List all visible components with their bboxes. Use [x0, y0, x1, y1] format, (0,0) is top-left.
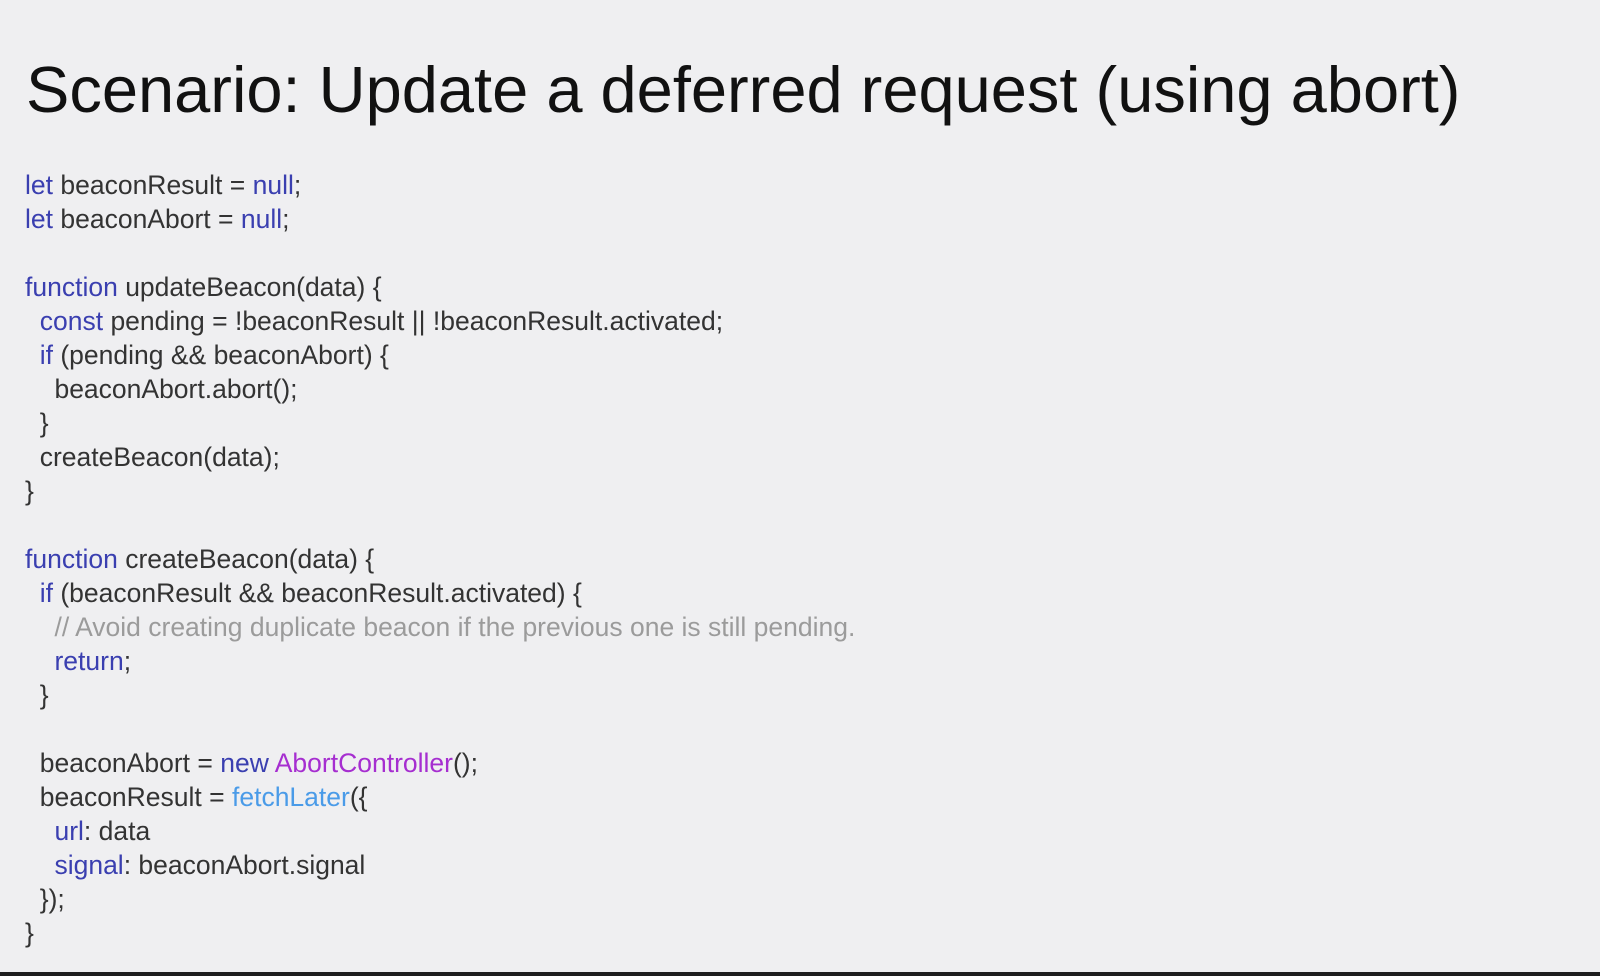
code-token-keyword: null: [252, 170, 294, 200]
code-line: if (beaconResult && beaconResult.activat…: [25, 576, 855, 610]
bottom-divider: [0, 972, 1600, 976]
code-line: let beaconResult = null;: [25, 168, 855, 202]
code-token-func: fetchLater: [231, 782, 350, 812]
code-token-keyword: return: [54, 646, 124, 676]
code-line: url: data: [25, 814, 855, 848]
code-token-keyword: function: [25, 544, 118, 574]
code-token-plain: : data: [83, 816, 151, 846]
code-token-plain: (beaconResult && beaconResult.activated)…: [52, 578, 582, 608]
code-token-plain: beaconAbort =: [25, 748, 221, 778]
code-line: signal: beaconAbort.signal: [25, 848, 855, 882]
code-token-plain: ;: [282, 204, 290, 234]
code-token-plain: createBeacon(data) {: [117, 544, 375, 574]
code-token-keyword: function: [25, 272, 118, 302]
code-token-plain: }: [25, 408, 49, 438]
code-line: }: [25, 474, 855, 508]
code-token-keyword: let: [25, 204, 53, 234]
code-line: if (pending && beaconAbort) {: [25, 338, 855, 372]
code-line: let beaconAbort = null;: [25, 202, 855, 236]
code-token-plain: beaconResult =: [25, 782, 232, 812]
code-line: function updateBeacon(data) {: [25, 270, 855, 304]
code-token-plain: ;: [123, 646, 132, 676]
code-line: beaconResult = fetchLater({: [25, 780, 855, 814]
code-token-plain: beaconAbort.abort();: [25, 374, 298, 404]
code-token-plain: ;: [293, 170, 302, 200]
code-token-plain: }: [25, 918, 34, 948]
code-line: }: [25, 678, 855, 712]
code-token-plain: }: [25, 680, 49, 710]
code-token-plain: pending = !beaconResult || !beaconResult…: [103, 306, 724, 336]
code-token-prop: url: [54, 816, 84, 846]
code-token-keyword: if: [39, 340, 53, 370]
code-token-keyword: const: [39, 306, 104, 336]
code-token-keyword: new: [220, 748, 269, 778]
code-block: let beaconResult = null; let beaconAbort …: [25, 168, 855, 950]
code-line: }: [25, 916, 855, 950]
code-line: });: [25, 882, 855, 916]
code-token-class: AbortController: [274, 748, 453, 778]
code-token-plain: updateBeacon(data) {: [117, 272, 382, 302]
code-token-plain: beaconResult =: [53, 170, 253, 200]
code-token-plain: });: [25, 884, 65, 914]
code-line: const pending = !beaconResult || !beacon…: [25, 304, 855, 338]
code-line: createBeacon(data);: [25, 440, 855, 474]
code-line: function createBeacon(data) {: [25, 542, 855, 576]
code-token-plain: ();: [452, 748, 478, 778]
code-token-plain: : beaconAbort.signal: [123, 850, 366, 880]
code-token-keyword: null: [240, 204, 283, 234]
code-token-prop: signal: [54, 850, 124, 880]
code-token-comment: // Avoid creating duplicate beacon if th…: [25, 612, 856, 642]
code-token-keyword: let: [25, 170, 53, 200]
code-line: beaconAbort = new AbortController();: [25, 746, 855, 780]
code-line: // Avoid creating duplicate beacon if th…: [25, 610, 855, 644]
slide-title: Scenario: Update a deferred request (usi…: [26, 53, 1461, 126]
code-line: return;: [25, 644, 855, 678]
code-line: beaconAbort.abort();: [25, 372, 855, 406]
code-token-plain: createBeacon(data);: [25, 442, 280, 472]
code-token-plain: }: [25, 476, 34, 506]
code-token-keyword: if: [39, 578, 53, 608]
code-token-plain: beaconAbort =: [53, 204, 241, 234]
code-token-plain: (pending && beaconAbort) {: [52, 340, 389, 370]
code-token-plain: ({: [349, 782, 368, 812]
code-line: }: [25, 406, 855, 440]
